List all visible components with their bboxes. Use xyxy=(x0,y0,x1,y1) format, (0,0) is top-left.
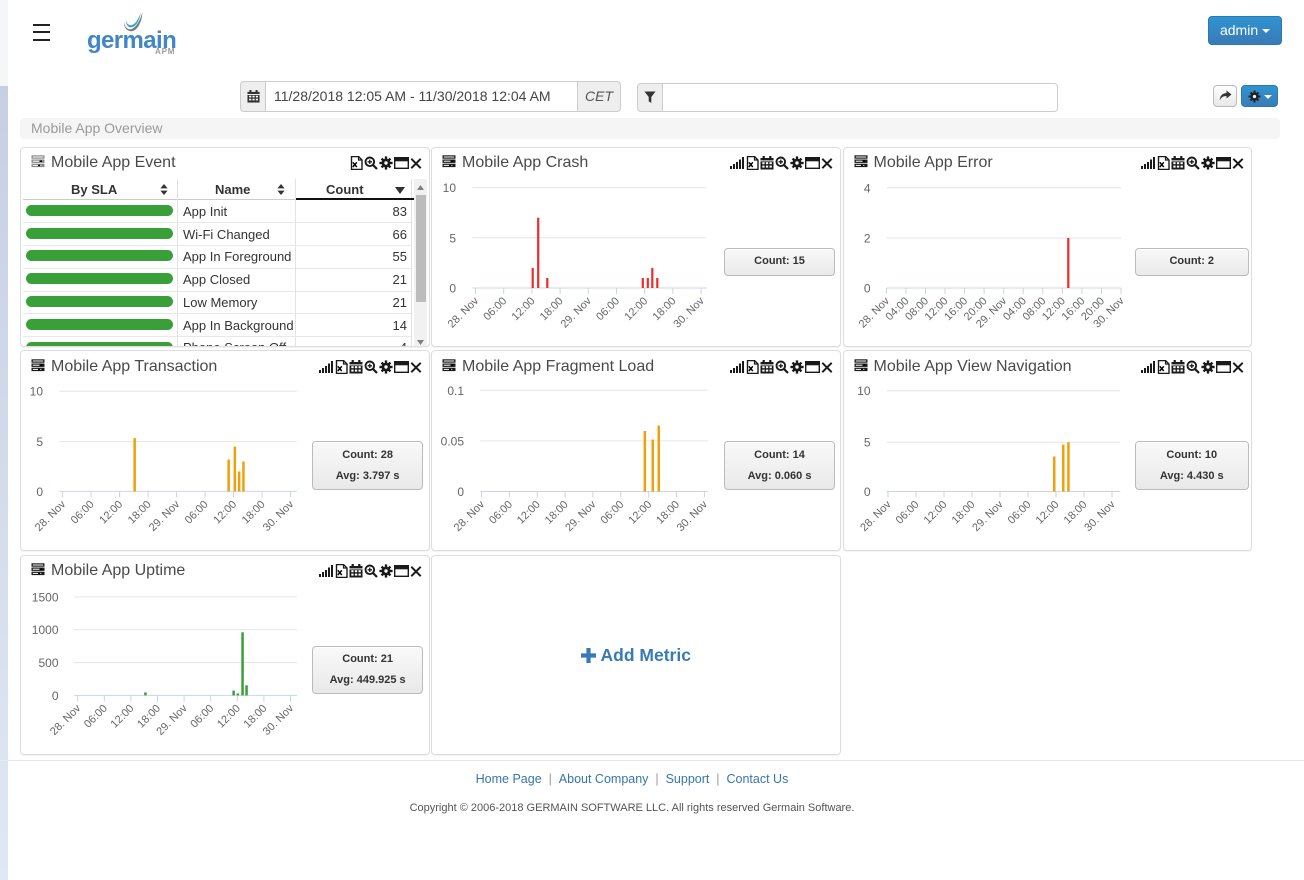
svg-text:0: 0 xyxy=(863,281,870,295)
svg-text:12:00: 12:00 xyxy=(1033,499,1061,527)
svg-text:12:00: 12:00 xyxy=(211,499,239,527)
svg-text:1500: 1500 xyxy=(32,590,59,604)
svg-text:06:00: 06:00 xyxy=(594,295,622,323)
svg-text:06:00: 06:00 xyxy=(1005,499,1033,527)
svg-text:29. Nov: 29. Nov xyxy=(559,294,595,330)
svg-text:1000: 1000 xyxy=(32,623,59,637)
svg-text:06:00: 06:00 xyxy=(598,499,626,527)
svg-text:28. Nov: 28. Nov xyxy=(858,499,894,535)
svg-text:28. Nov: 28. Nov xyxy=(446,294,482,330)
svg-text:4: 4 xyxy=(863,181,870,195)
svg-text:5: 5 xyxy=(449,231,456,245)
svg-text:12:00: 12:00 xyxy=(97,499,125,527)
svg-text:500: 500 xyxy=(38,656,58,670)
svg-text:0: 0 xyxy=(457,485,464,499)
svg-text:06:00: 06:00 xyxy=(487,499,515,527)
svg-text:30. Nov: 30. Nov xyxy=(261,498,297,534)
svg-text:12:00: 12:00 xyxy=(215,702,243,730)
svg-text:10: 10 xyxy=(857,384,871,398)
svg-text:30. Nov: 30. Nov xyxy=(675,499,711,535)
svg-text:06:00: 06:00 xyxy=(481,295,509,323)
svg-text:10: 10 xyxy=(30,385,44,399)
svg-text:12:00: 12:00 xyxy=(622,295,650,323)
svg-text:06:00: 06:00 xyxy=(69,499,97,527)
svg-text:12:00: 12:00 xyxy=(515,499,543,527)
svg-text:12:00: 12:00 xyxy=(510,295,538,323)
svg-text:10: 10 xyxy=(443,181,457,195)
svg-text:28. Nov: 28. Nov xyxy=(33,498,69,534)
svg-text:12:00: 12:00 xyxy=(626,499,654,527)
svg-text:0.1: 0.1 xyxy=(447,384,464,398)
svg-text:30. Nov: 30. Nov xyxy=(261,702,297,738)
svg-text:2: 2 xyxy=(863,231,870,245)
svg-text:30. Nov: 30. Nov xyxy=(1082,499,1118,535)
svg-text:29. Nov: 29. Nov xyxy=(563,499,599,535)
svg-text:06:00: 06:00 xyxy=(82,702,110,730)
svg-text:06:00: 06:00 xyxy=(188,702,216,730)
svg-text:28. Nov: 28. Nov xyxy=(48,702,84,738)
svg-text:30. Nov: 30. Nov xyxy=(671,294,707,330)
svg-text:06:00: 06:00 xyxy=(893,499,921,527)
svg-text:0: 0 xyxy=(36,485,43,499)
svg-text:29. Nov: 29. Nov xyxy=(154,702,190,738)
svg-text:5: 5 xyxy=(863,436,870,450)
svg-text:29. Nov: 29. Nov xyxy=(147,498,183,534)
svg-text:5: 5 xyxy=(36,435,43,449)
svg-text:28. Nov: 28. Nov xyxy=(452,499,488,535)
svg-text:0.05: 0.05 xyxy=(441,435,465,449)
svg-text:12:00: 12:00 xyxy=(109,702,137,730)
svg-text:0: 0 xyxy=(52,688,59,702)
svg-text:06:00: 06:00 xyxy=(183,499,211,527)
svg-text:0: 0 xyxy=(863,485,870,499)
svg-text:29. Nov: 29. Nov xyxy=(970,499,1006,535)
svg-text:0: 0 xyxy=(449,281,456,295)
svg-text:12:00: 12:00 xyxy=(921,499,949,527)
